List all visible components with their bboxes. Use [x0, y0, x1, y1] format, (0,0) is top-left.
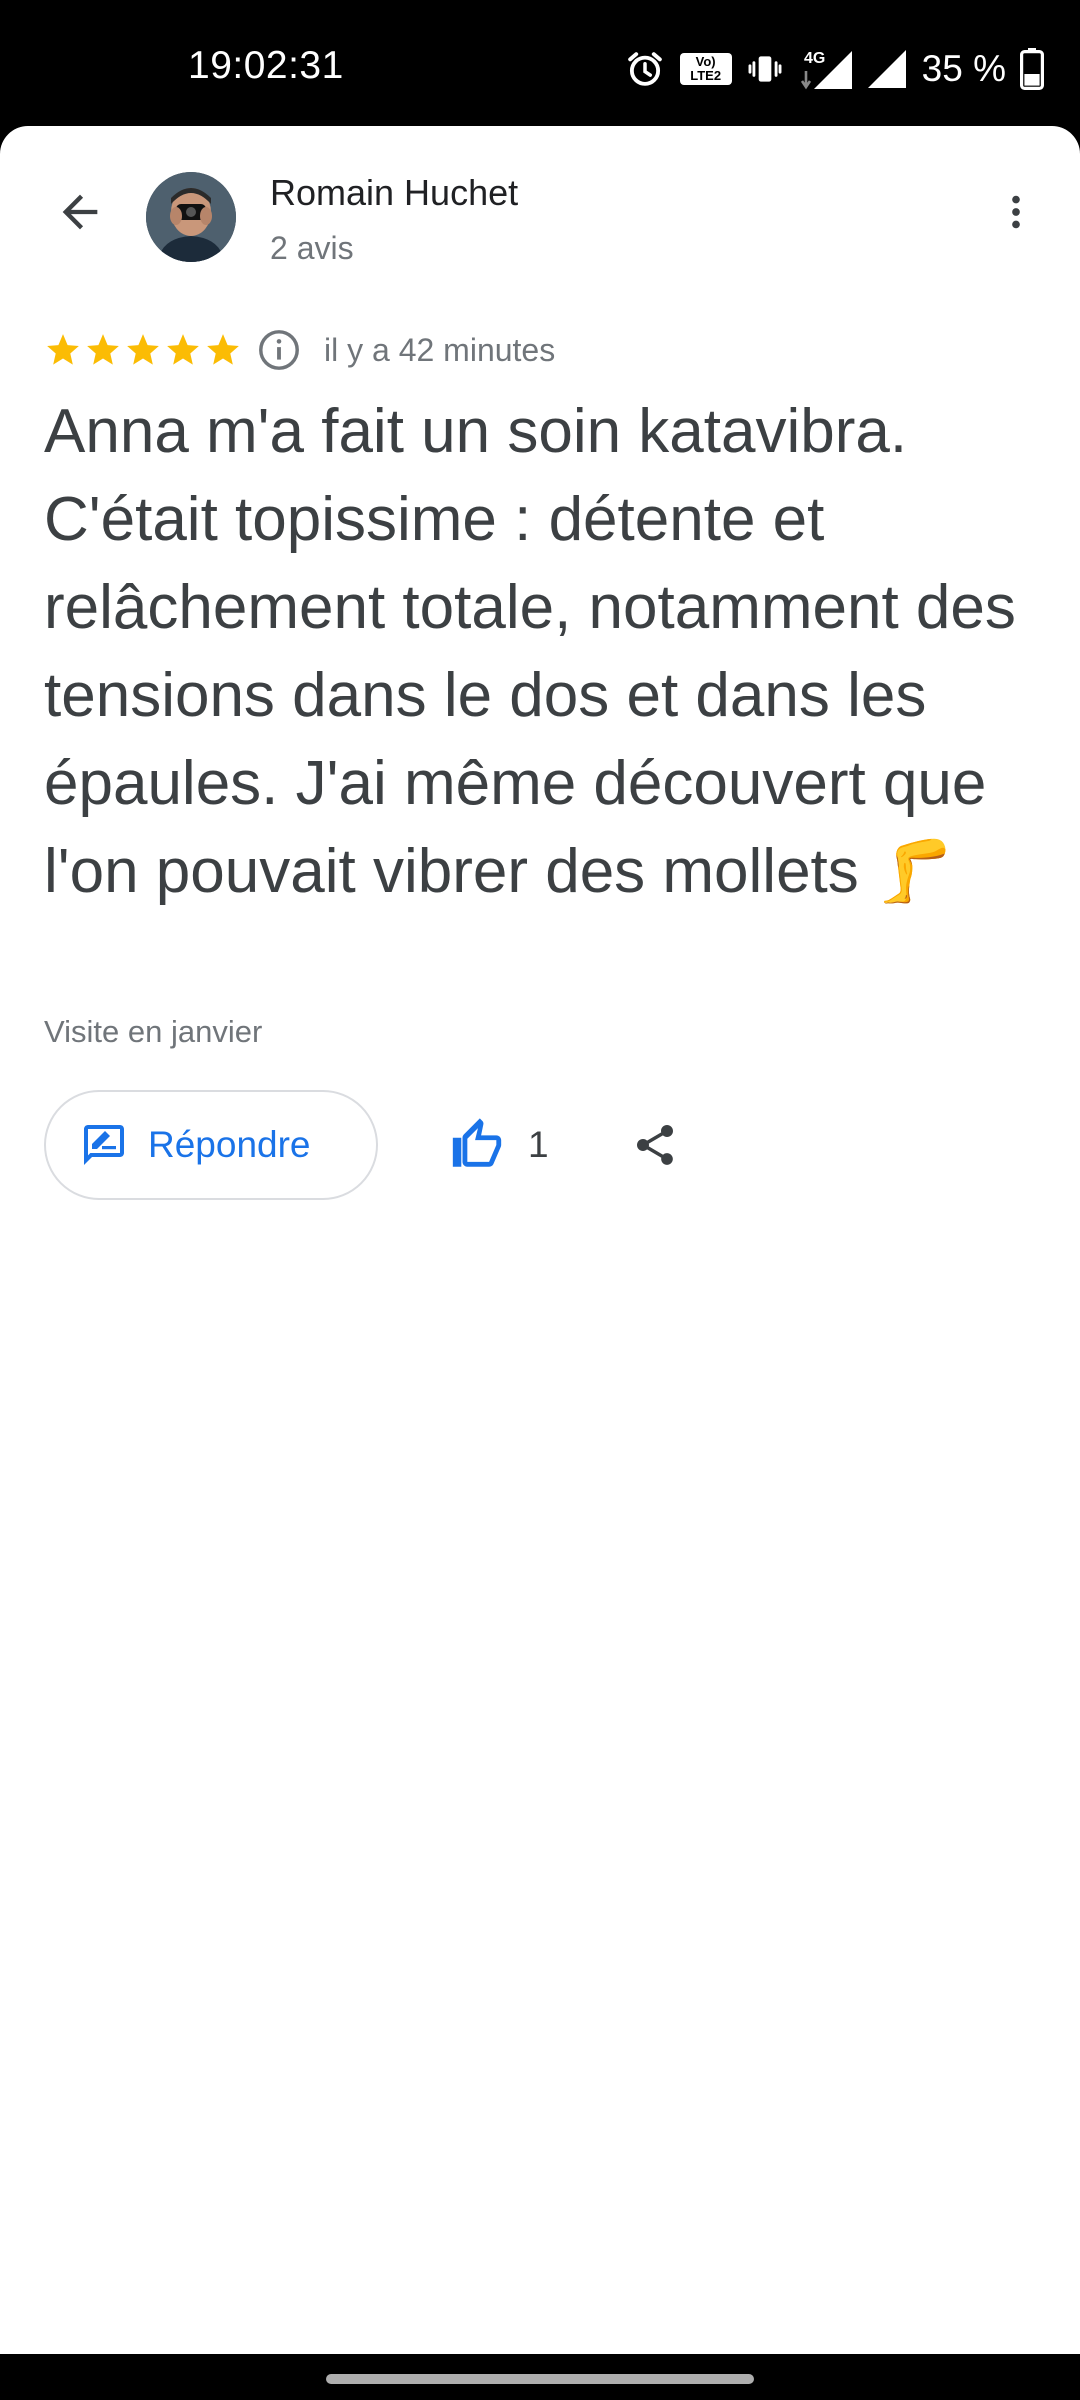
review-text: Anna m'a fait un soin katavibra. C'était…	[44, 397, 1016, 906]
status-time: 19:02:31	[188, 44, 344, 87]
info-icon[interactable]	[256, 327, 302, 373]
reviewer-review-count: 2 avis	[270, 230, 354, 266]
more-vert-icon	[1012, 195, 1020, 229]
reply-button[interactable]: Répondre	[44, 1090, 378, 1200]
back-button[interactable]	[40, 172, 120, 252]
navigation-bar	[0, 2354, 1080, 2400]
reviewer-name[interactable]: Romain Huchet	[270, 172, 518, 214]
avatar[interactable]	[146, 172, 236, 262]
star-rating	[44, 331, 242, 369]
signal-4g-icon: 4G	[798, 47, 854, 91]
battery-percent: 35 %	[921, 48, 1006, 89]
thumb-up-icon	[452, 1118, 502, 1167]
star-icon	[207, 334, 239, 365]
like-button[interactable]: 1	[448, 1108, 549, 1182]
status-bar: 19:02:31 Vo) LTE2 4G 35 %	[0, 0, 1080, 126]
rating-row: il y a 42 minutes	[44, 322, 555, 378]
star-icon	[47, 334, 79, 365]
share-button[interactable]	[620, 1110, 690, 1180]
volte-icon: Vo) LTE2	[679, 53, 732, 85]
review-header: Romain Huchet 2 avis	[0, 126, 1080, 306]
volte-label-top: Vo)	[695, 54, 716, 69]
arrow-back-icon	[62, 194, 98, 230]
battery-icon	[1020, 48, 1044, 90]
share-icon	[637, 1125, 673, 1165]
vibrate-icon	[746, 48, 784, 90]
visit-date: Visite en janvier	[44, 1014, 263, 1049]
rate-review-icon	[84, 1125, 124, 1165]
status-icons: Vo) LTE2 4G 35 %	[624, 44, 1044, 94]
volte-label-bottom: LTE2	[690, 68, 722, 83]
star-icon	[127, 334, 159, 365]
review-sheet: Romain Huchet 2 avis il y a 42 minutes A…	[0, 126, 1080, 2354]
star-icon	[167, 334, 199, 365]
avatar-image	[146, 172, 236, 262]
reply-label: Répondre	[148, 1124, 311, 1165]
alarm-icon	[624, 48, 666, 90]
gesture-home-handle[interactable]	[326, 2374, 754, 2384]
more-options-button[interactable]	[976, 172, 1056, 252]
network-label: 4G	[804, 50, 825, 67]
review-time: il y a 42 minutes	[324, 331, 556, 368]
like-count: 1	[528, 1124, 549, 1165]
signal-icon	[867, 48, 908, 90]
star-icon	[87, 334, 119, 365]
